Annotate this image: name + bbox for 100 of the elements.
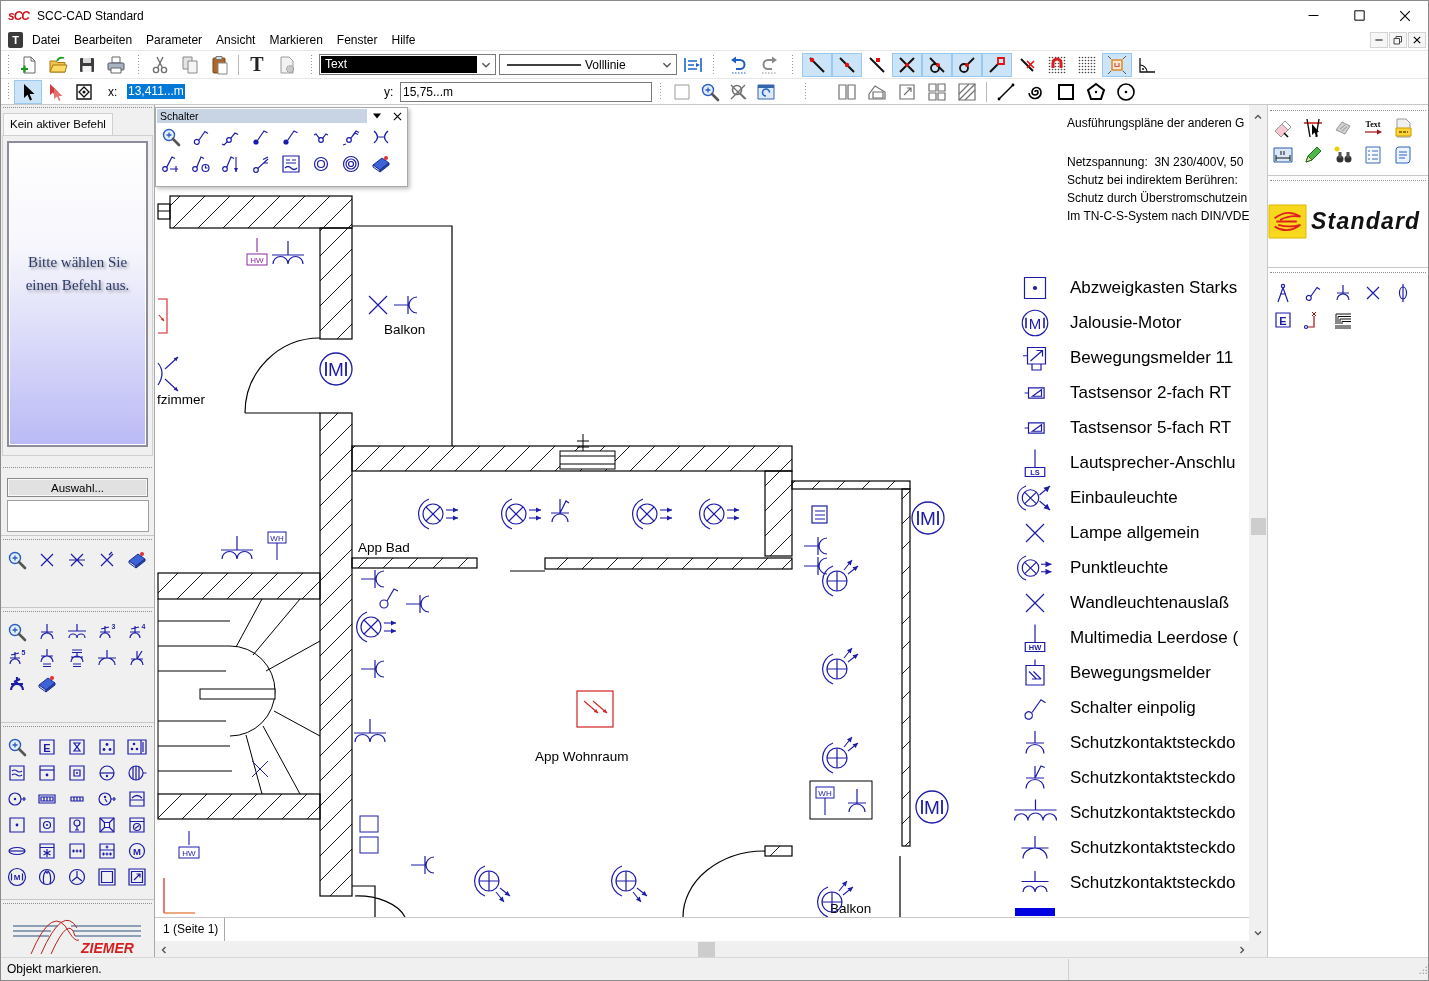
room-label: App Bad: [358, 540, 410, 555]
chevron-down-icon: [1253, 928, 1263, 938]
cross-symbol: [368, 295, 388, 315]
scrollbar-thumb[interactable]: [698, 942, 715, 957]
child-close-button[interactable]: [1408, 32, 1426, 48]
maximize-icon: [1353, 10, 1365, 21]
snap-button[interactable]: [922, 52, 952, 77]
socket-symbol: [803, 536, 828, 556]
text-tool-button[interactable]: T: [242, 52, 272, 77]
equipment-frame: [809, 780, 873, 820]
layer-select[interactable]: Text: [319, 54, 496, 75]
command-tab[interactable]: Kein aktiver Befehl: [3, 113, 113, 135]
select-tool-button[interactable]: [14, 79, 42, 104]
snap-button[interactable]: [802, 52, 832, 77]
selection-button[interactable]: Auswahl...: [7, 478, 148, 497]
letter-box-icon: E: [1273, 309, 1293, 330]
circle-legs-icon: [37, 867, 57, 887]
box-wave-icon: [7, 763, 27, 783]
tool-button[interactable]: Text: [1358, 114, 1388, 142]
company-logo: ZIEMER: [13, 910, 141, 956]
menu-item[interactable]: Datei: [25, 30, 67, 50]
window-title: SCC-CAD Standard: [37, 8, 144, 23]
menu-item[interactable]: Parameter: [139, 30, 210, 50]
brand-name: Standard: [1311, 207, 1421, 235]
x-coordinate-field[interactable]: 13,411...m: [127, 81, 377, 102]
ceiling-light-symbol: [611, 865, 648, 903]
legend-label: Schutzkontaktsteckdo: [1070, 732, 1236, 753]
legend-label: Schutzkontaktsteckdo: [1070, 767, 1236, 788]
legend-label: Bewegungsmelder 11: [1070, 347, 1234, 368]
zoom-icon: [7, 737, 27, 757]
menu-item[interactable]: Markieren: [262, 30, 330, 50]
circle-letter-icon: M: [127, 841, 147, 861]
print-icon: [105, 54, 126, 75]
motor-icon: M: [1020, 307, 1050, 338]
room-label: App Wohnraum: [535, 749, 629, 764]
child-restore-button[interactable]: [1389, 32, 1407, 48]
menu-item[interactable]: Fenster: [329, 30, 385, 50]
snap-button[interactable]: [982, 52, 1012, 77]
circle-dot-icon: [1116, 81, 1136, 102]
socket-wide-icon: [97, 648, 117, 668]
hatch-square-icon: [957, 81, 977, 102]
legend-label: Wandleuchtenauslaß: [1070, 592, 1230, 613]
ring-double-icon: [341, 153, 361, 174]
legend-note: Schutz bei indirektem Berühren:: [1067, 172, 1238, 189]
line-end-icon: [807, 54, 827, 75]
symbol-button[interactable]: E: [1268, 306, 1298, 333]
zoom-icon: [161, 126, 181, 147]
snap-button[interactable]: [832, 52, 862, 77]
paste-icon: [210, 54, 230, 75]
selection-field[interactable]: [7, 500, 149, 532]
legend-label: Tastsensor 2-fach RT: [1070, 382, 1232, 403]
cut-icon: [150, 54, 170, 75]
restore-icon: [1393, 35, 1403, 45]
menu-item[interactable]: Ansicht: [209, 30, 263, 50]
prompt-text: Bitte wählen Sie einen Befehl aus.: [24, 253, 131, 295]
node-icon: [74, 81, 94, 102]
motor-symbol: M: [915, 790, 949, 824]
switch-arrow-icon: [221, 153, 241, 174]
palette-button[interactable]: M: [2, 864, 32, 890]
app-logo: sCC: [8, 8, 29, 23]
close-icon: [1399, 9, 1411, 22]
view-icon: [756, 81, 776, 102]
legend-label: Multimedia Leerdose (: [1070, 627, 1239, 648]
y-coordinate-field[interactable]: 15,75...m: [400, 81, 652, 102]
outlet-box-symbol: [811, 505, 828, 524]
ceiling-light-symbol: [356, 611, 397, 643]
zoom-icon: [7, 622, 27, 642]
menu-item[interactable]: Hilfe: [384, 30, 423, 50]
socket-cee-icon: [67, 648, 87, 668]
menu-item[interactable]: Bearbeiten: [67, 30, 140, 50]
box-dots-bar-icon: [127, 737, 147, 757]
ceiling-light-symbol: [822, 559, 859, 597]
origin-axes-drawing: [163, 877, 196, 914]
line-type-select[interactable]: Volllinie: [499, 54, 677, 75]
socket-symbol: [360, 659, 385, 679]
snap-button[interactable]: [892, 52, 922, 77]
list-icon: [1363, 145, 1383, 166]
child-minimize-button[interactable]: [1370, 32, 1388, 48]
legend-note: Im TN-C-S-System nach DIN/VDE: [1067, 208, 1249, 225]
socket-symbol: [360, 569, 385, 589]
close-icon: [392, 111, 402, 121]
document-icon[interactable]: T: [8, 32, 23, 48]
pair-rects-icon: [837, 81, 857, 102]
double-socket-symbol: [271, 240, 305, 265]
box-pluses-icon: [67, 841, 87, 861]
magnet-icon: [1047, 54, 1067, 75]
legend-note: Netzspannung: 3N 230/400V, 50: [1067, 154, 1244, 171]
dimension-icon: [1273, 145, 1293, 166]
line-square-icon: [987, 54, 1007, 75]
legend-label: Lampe allgemein: [1070, 522, 1200, 543]
snap-button[interactable]: [952, 52, 982, 77]
scrollbar-thumb[interactable]: [1250, 518, 1266, 535]
circle-tangent-icon: [927, 54, 947, 75]
book-icon: [127, 550, 147, 570]
palette-button[interactable]: M: [122, 838, 152, 864]
chevron-up-icon: [1253, 112, 1263, 122]
circle-line-icon: [957, 54, 977, 75]
legend-label: Schutzkontaktsteckdo: [1070, 872, 1236, 893]
palette-button[interactable]: E: [32, 734, 62, 760]
vertical-scrollbar[interactable]: [1249, 105, 1267, 941]
